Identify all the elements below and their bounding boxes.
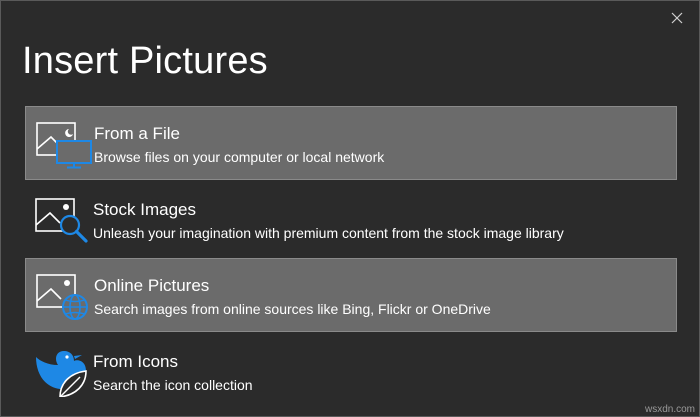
picture-search-icon [35, 198, 88, 243]
watermark-text: wsxdn.com [644, 404, 695, 415]
option-label: Stock Images [93, 200, 196, 219]
option-description: Browse files on your computer or local n… [94, 149, 385, 165]
option-online-pictures[interactable]: Online Pictures Search images from onlin… [25, 258, 677, 332]
insert-pictures-dialog: Insert Pictures From a File Browse files… [0, 0, 700, 417]
option-from-a-file[interactable]: From a File Browse files on your compute… [25, 106, 677, 180]
dialog-title: Insert Pictures [22, 40, 268, 82]
picture-monitor-icon [36, 122, 92, 169]
option-label: From Icons [93, 352, 179, 371]
close-button[interactable] [665, 7, 689, 29]
option-label: From a File [94, 124, 180, 143]
option-description: Search the icon collection [93, 377, 253, 393]
picture-globe-icon [36, 274, 88, 320]
option-description: Unleash your imagination with premium co… [93, 225, 564, 241]
close-icon [671, 12, 683, 24]
option-from-icons[interactable]: From Icons Search the icon collection [25, 335, 677, 409]
bird-leaf-icon [36, 351, 87, 397]
option-stock-images[interactable]: Stock Images Unleash your imagination wi… [25, 183, 677, 257]
option-label: Online Pictures [94, 276, 210, 295]
option-description: Search images from online sources like B… [94, 301, 491, 317]
